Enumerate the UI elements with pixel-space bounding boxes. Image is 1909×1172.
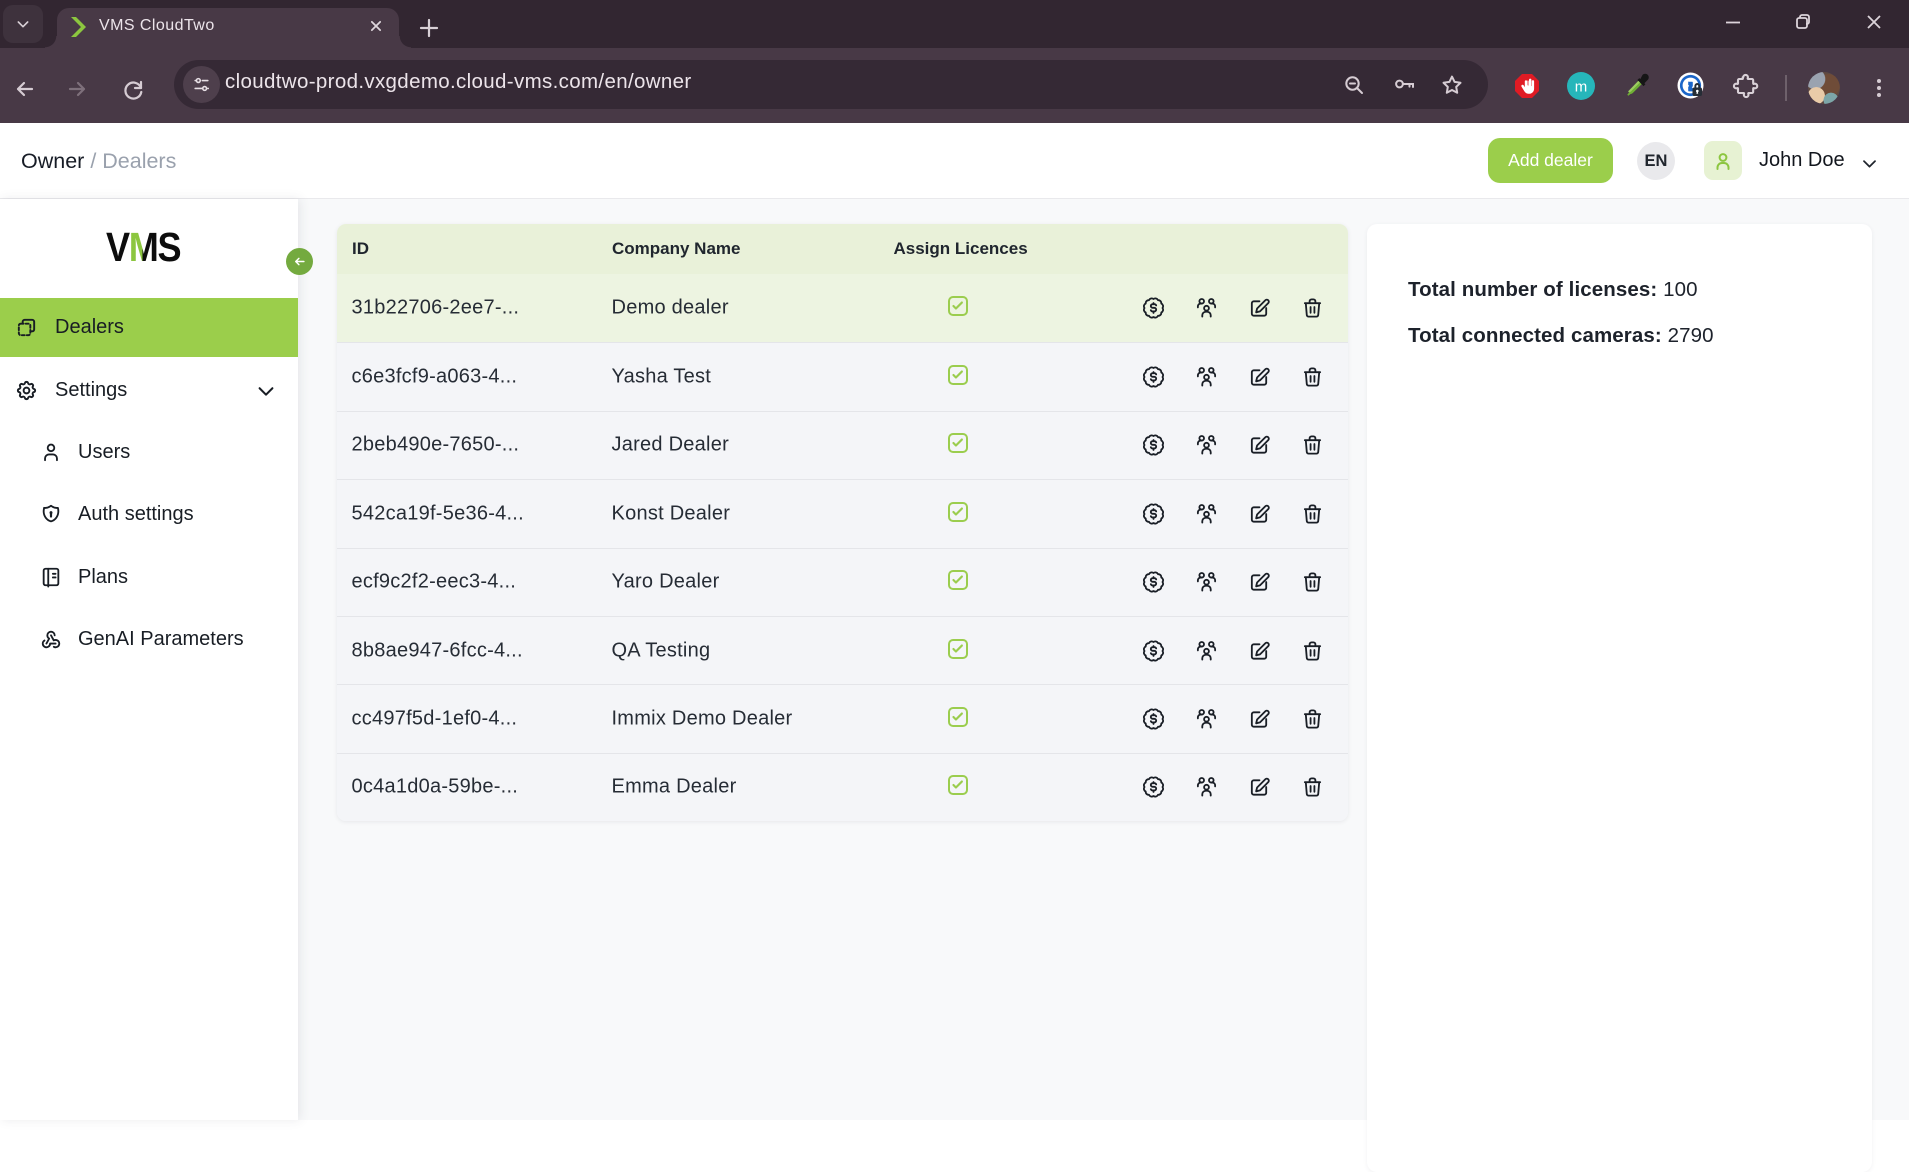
svg-text:m: m xyxy=(1575,79,1588,96)
